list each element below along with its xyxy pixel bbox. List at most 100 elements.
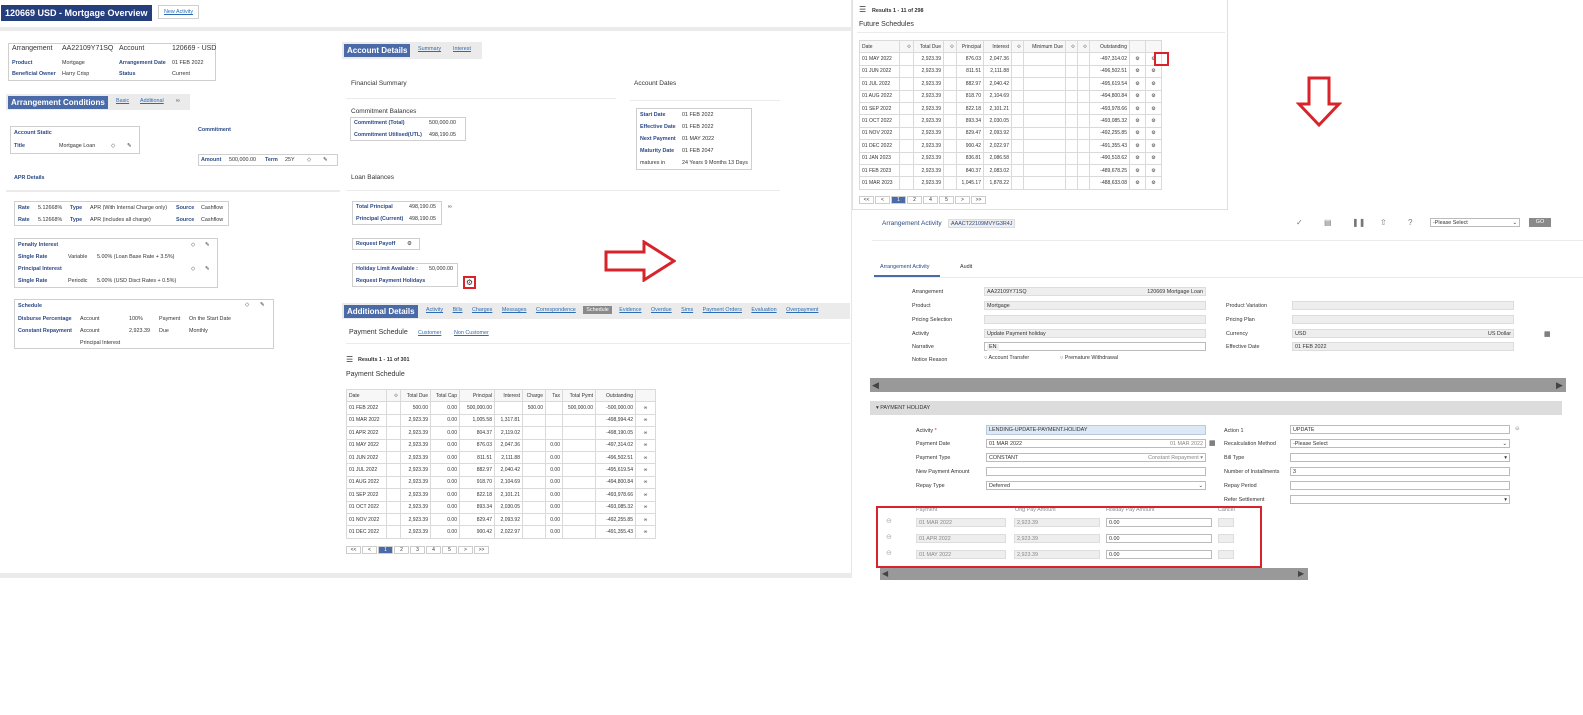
tab-non-customer[interactable]: Non Customer [454, 330, 489, 336]
action-field[interactable]: UPDATE [1290, 425, 1510, 434]
calendar-icon[interactable]: ▦ [1209, 439, 1216, 447]
edit-icon[interactable]: ✎ [205, 240, 210, 250]
gear-icon[interactable]: ⚙ [1145, 163, 1162, 178]
menu-icon[interactable]: ☰ [346, 355, 353, 364]
col-toggle-icon[interactable]: ⟐ [1065, 39, 1078, 54]
menu-icon[interactable]: ☰ [859, 5, 866, 14]
gear-icon[interactable]: ⚙ [1145, 77, 1162, 91]
link-icon[interactable]: ∞ [635, 463, 656, 477]
gear-icon[interactable]: ⚙ [1145, 114, 1162, 128]
link-icon[interactable]: ∞ [635, 413, 656, 428]
page-4[interactable]: 4 [426, 546, 441, 554]
gear-icon[interactable]: ⚙ [1129, 64, 1146, 79]
page-prev[interactable]: < [362, 546, 377, 554]
tab-charges[interactable]: Charges [472, 307, 492, 313]
bill-type-select[interactable]: ▾ [1290, 453, 1510, 462]
document-icon[interactable]: ▤ [1324, 218, 1332, 227]
scroll-right-icon[interactable]: ▶ [1298, 569, 1304, 578]
tab-correspondence[interactable]: Correspondence [536, 307, 576, 313]
gear-icon[interactable]: ⚙ [407, 239, 412, 249]
calculator-icon[interactable]: ▦ [1544, 330, 1551, 338]
link-icon[interactable]: ∞ [635, 450, 656, 465]
edit-icon[interactable]: ✎ [205, 264, 210, 274]
page-2[interactable]: 2 [394, 546, 409, 554]
link-icon[interactable]: ∞ [635, 438, 656, 452]
gear-icon[interactable]: ⚙ [1145, 176, 1162, 190]
narrative-field[interactable]: EN [984, 342, 1206, 351]
tab-customer[interactable]: Customer [418, 330, 441, 336]
gear-icon[interactable]: ⚙ [1145, 126, 1162, 141]
tab-overdue[interactable]: Overdue [651, 307, 672, 313]
tab-additional[interactable]: Additional [140, 98, 164, 104]
page-5[interactable]: 5 [442, 546, 457, 554]
link-icon[interactable]: ∞ [635, 426, 656, 440]
tab-payment-orders[interactable]: Payment Orders [703, 307, 742, 313]
col-toggle-icon[interactable]: ⟐ [899, 39, 914, 54]
col-toggle-icon[interactable]: ⟐ [943, 39, 957, 54]
page-5[interactable]: 5 [939, 196, 954, 204]
page-last[interactable]: >> [474, 546, 489, 554]
page-next[interactable]: > [458, 546, 473, 554]
refer-settlement-select[interactable]: ▾ [1290, 495, 1510, 504]
payment-type-field[interactable]: CONSTANT Constant Repayment ▾ [986, 453, 1206, 462]
horizontal-scrollbar[interactable] [870, 378, 1566, 392]
tab-evidence[interactable]: Evidence [619, 307, 641, 313]
gear-icon[interactable]: ⚙ [1129, 52, 1146, 66]
link-icon[interactable]: ∞ [635, 475, 656, 490]
link-icon[interactable]: ∞ [635, 512, 656, 527]
diamond-icon[interactable]: ◇ [111, 141, 115, 151]
gear-icon[interactable]: ⚙ [1129, 139, 1146, 153]
tab-sims[interactable]: Sims [681, 307, 693, 313]
page-last[interactable]: >> [971, 196, 986, 204]
edit-icon[interactable]: ✎ [260, 300, 265, 310]
col-toggle-icon[interactable]: ⟐ [1077, 39, 1090, 54]
scroll-left-icon[interactable]: ◀ [882, 569, 888, 578]
link-icon[interactable]: ∞ [448, 204, 452, 210]
col-toggle-icon[interactable]: ⟐ [1011, 39, 1024, 54]
gear-icon[interactable]: ⚙ [1145, 139, 1162, 153]
tab-arrangement-activity[interactable]: Arrangement Activity [880, 264, 929, 270]
tab-overpayment[interactable]: Overpayment [786, 307, 818, 313]
gear-icon[interactable]: ⚙ [1129, 151, 1146, 165]
page-2[interactable]: 2 [907, 196, 922, 204]
link-icon[interactable]: ∞ [635, 488, 656, 502]
request-holiday-gear-button[interactable]: ⚙ [463, 276, 476, 289]
edit-icon[interactable]: ✎ [323, 155, 328, 165]
remove-icon[interactable]: ⊖ [1515, 426, 1520, 432]
gear-icon[interactable]: ⚙ [1145, 64, 1162, 79]
tab-messages[interactable]: Messages [502, 307, 527, 313]
gear-icon[interactable]: ⚙ [1129, 101, 1146, 116]
link-icon[interactable]: ∞ [635, 525, 656, 539]
commit-icon[interactable]: ✓ [1296, 218, 1303, 227]
holiday-scrollbar[interactable] [880, 568, 1308, 580]
page-4[interactable]: 4 [923, 196, 938, 204]
tab-summary[interactable]: Summary [418, 46, 441, 52]
gear-icon[interactable]: ⚙ [1145, 101, 1162, 116]
gear-icon[interactable]: ⚙ [1129, 77, 1146, 91]
go-button[interactable]: GO [1529, 218, 1551, 227]
edit-icon[interactable]: ✎ [127, 141, 132, 151]
repay-type-select[interactable]: Deferred ⌄ [986, 481, 1206, 490]
gear-icon[interactable]: ⚙ [1129, 176, 1146, 190]
tab-basic[interactable]: Basic [116, 98, 129, 104]
col-toggle-icon[interactable]: ⟐ [386, 388, 401, 403]
collapse-icon[interactable]: ▾ [876, 405, 879, 411]
notice-radio-2[interactable]: ○ Premature Withdrawal [1060, 355, 1118, 361]
page-1[interactable]: 1 [891, 196, 906, 204]
new-payment-amount-field[interactable] [986, 467, 1206, 476]
tab-evaluation[interactable]: Evaluation [751, 307, 776, 313]
actions-select[interactable]: -Please Select ⌄ [1430, 218, 1520, 227]
gear-icon[interactable]: ⚙ [1129, 126, 1146, 141]
page-3[interactable]: 3 [410, 546, 425, 554]
tab-interest[interactable]: Interest [453, 46, 471, 52]
upload-icon[interactable]: ⇧ [1380, 218, 1387, 227]
diamond-icon[interactable]: ◇ [307, 155, 311, 165]
page-1[interactable]: 1 [378, 546, 393, 554]
help-icon[interactable]: ? [1408, 218, 1412, 227]
page-first[interactable]: << [859, 196, 874, 204]
repay-period-field[interactable] [1290, 481, 1510, 490]
scroll-left-icon[interactable]: ◀ [872, 380, 879, 391]
tab-activity[interactable]: Activity [426, 307, 443, 313]
page-first[interactable]: << [346, 546, 361, 554]
new-activity-button[interactable]: New Activity [158, 5, 200, 19]
